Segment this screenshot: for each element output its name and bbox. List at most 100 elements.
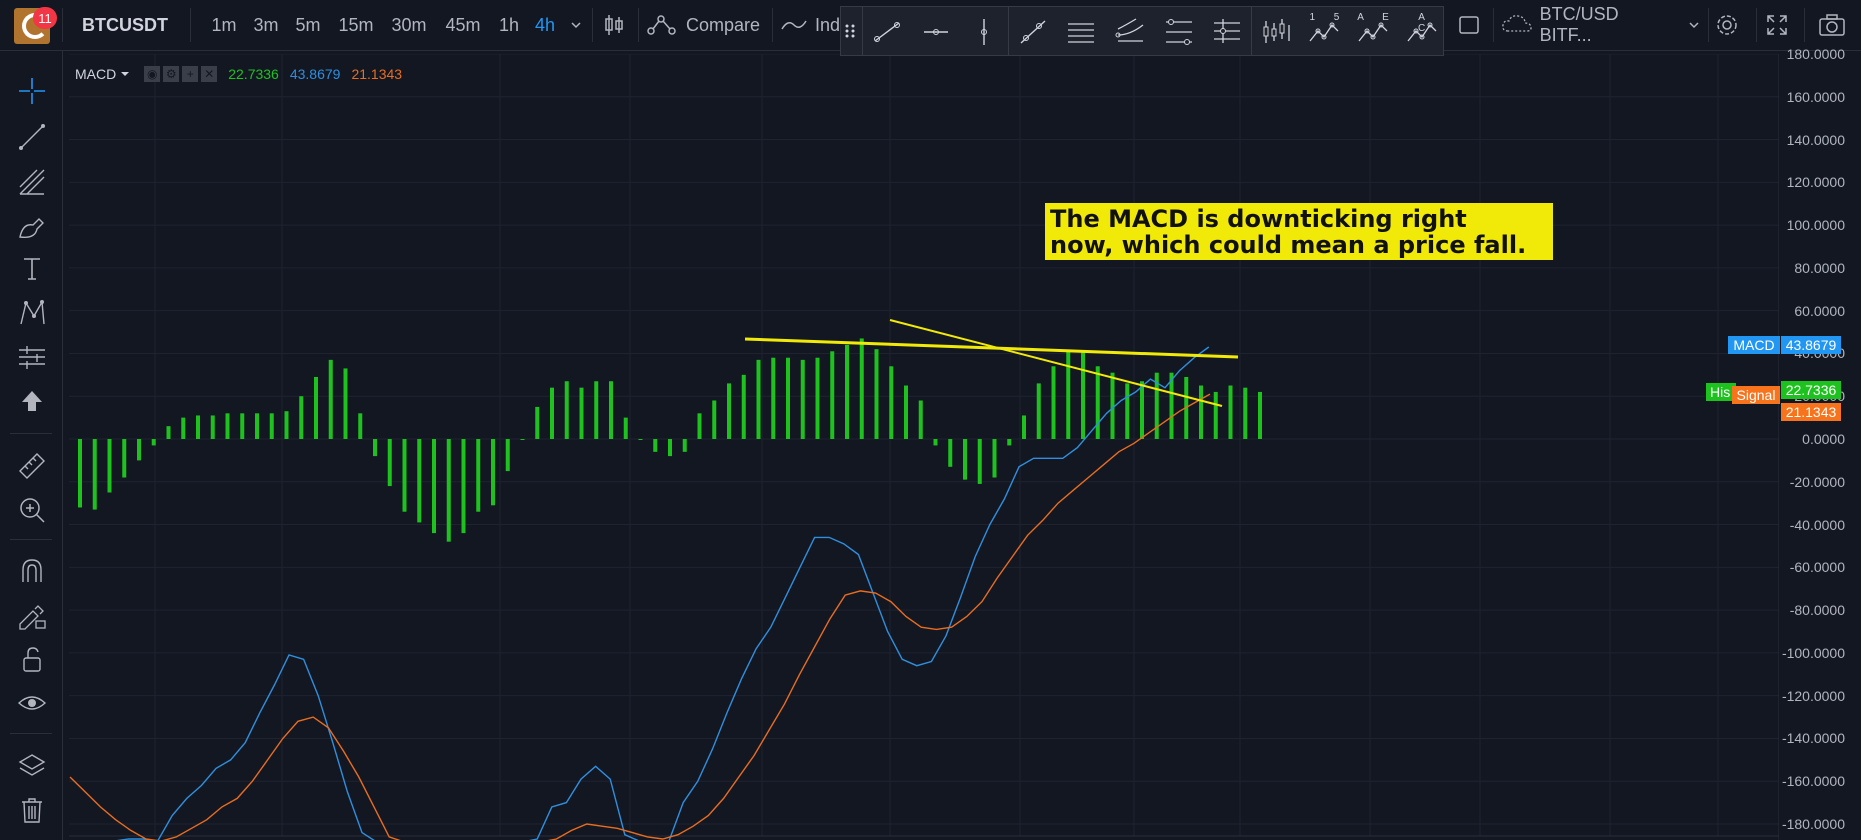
histogram-bar bbox=[299, 396, 304, 439]
pattern-tool[interactable] bbox=[14, 295, 50, 331]
histogram-bar bbox=[963, 439, 967, 480]
compare-icon bbox=[647, 15, 676, 35]
elliott-impulse-tool[interactable]: 1 5 bbox=[1300, 7, 1348, 55]
histogram-bar bbox=[771, 357, 776, 439]
price-axis-label: -40.0000 bbox=[1789, 516, 1845, 533]
indicator-settings-icon[interactable]: ⚙ bbox=[163, 66, 180, 82]
histogram-bar bbox=[284, 411, 289, 439]
eye-icon bbox=[17, 696, 47, 710]
histogram-bar bbox=[387, 439, 392, 487]
elliott-abcde-tool[interactable]: A E bbox=[1349, 7, 1397, 55]
histogram-bar bbox=[874, 349, 879, 439]
gann-tool[interactable] bbox=[1250, 7, 1300, 55]
text-tool[interactable] bbox=[14, 251, 50, 287]
line-tool[interactable] bbox=[14, 119, 50, 155]
histogram-bar bbox=[1199, 385, 1203, 439]
histogram-bar bbox=[977, 439, 982, 484]
remove-indicator-icon[interactable]: ✕ bbox=[201, 66, 218, 82]
fullscreen-button[interactable] bbox=[1760, 0, 1794, 50]
lock-drawing-tool[interactable] bbox=[14, 597, 50, 633]
drag-handle[interactable] bbox=[841, 7, 859, 55]
lock-all-tool[interactable] bbox=[14, 641, 50, 677]
interval-dropdown[interactable] bbox=[566, 0, 586, 50]
trend-line-tool[interactable] bbox=[862, 7, 911, 55]
histogram-bar bbox=[653, 439, 658, 452]
histogram-bar bbox=[1243, 387, 1248, 439]
hide-indicator-icon[interactable]: ◉ bbox=[144, 66, 161, 82]
arrow-tool[interactable] bbox=[14, 383, 50, 419]
vertical-line-tool[interactable] bbox=[960, 7, 1008, 55]
interval-15m[interactable]: 15m bbox=[334, 0, 378, 50]
interval-1h[interactable]: 1h bbox=[494, 0, 524, 50]
macd-axis-tag-value: 43.8679 bbox=[1781, 336, 1841, 354]
chart-annotation[interactable]: The MACD is downticking right now, which… bbox=[1045, 203, 1553, 260]
histogram-bar bbox=[402, 439, 407, 512]
histogram-bar bbox=[918, 400, 923, 439]
price-axis-label: -120.0000 bbox=[1781, 687, 1845, 704]
crosshair-tool[interactable] bbox=[14, 73, 50, 109]
histogram-bar bbox=[904, 385, 908, 439]
histogram-bar bbox=[682, 439, 687, 452]
object-tree-tool[interactable] bbox=[14, 748, 50, 784]
histogram-bar bbox=[137, 439, 141, 461]
histogram-bar bbox=[225, 413, 230, 439]
rectangle-button[interactable] bbox=[1452, 0, 1486, 50]
fib-tool[interactable] bbox=[14, 164, 50, 200]
histogram-bar bbox=[579, 387, 584, 439]
interval-4h[interactable]: 4h bbox=[532, 0, 558, 50]
histogram-bar bbox=[1007, 439, 1012, 446]
trash-icon bbox=[22, 798, 42, 823]
ray-tool[interactable] bbox=[1007, 7, 1057, 55]
histogram-bar bbox=[1095, 366, 1100, 439]
divider bbox=[10, 433, 52, 434]
interval-3m[interactable]: 3m bbox=[249, 0, 283, 50]
fib-retracement-tool[interactable] bbox=[1155, 7, 1203, 55]
trendline-2 bbox=[889, 319, 1223, 407]
compare-button[interactable]: Compare bbox=[646, 0, 766, 50]
macd-axis-tag-label: MACD bbox=[1728, 336, 1780, 354]
brush-tool[interactable] bbox=[14, 208, 50, 244]
hide-drawings-tool[interactable] bbox=[14, 685, 50, 721]
histogram-bar bbox=[461, 439, 466, 534]
interval-30m[interactable]: 30m bbox=[386, 0, 432, 50]
parallel-channel-icon bbox=[1068, 23, 1095, 43]
candles-icon bbox=[605, 15, 623, 35]
histogram-bar bbox=[697, 413, 702, 439]
remove-drawings-tool[interactable] bbox=[14, 792, 50, 828]
histogram-bar bbox=[358, 413, 363, 439]
elliott-abc-tool[interactable]: A C bbox=[1398, 7, 1446, 55]
zoom-in-tool[interactable] bbox=[14, 492, 50, 528]
histogram-bar bbox=[181, 417, 186, 439]
annotation-line-1: The MACD is downticking right bbox=[1050, 205, 1467, 233]
rectangle-icon bbox=[1459, 16, 1479, 34]
drawing-toolbar: 1 5 A E A C bbox=[840, 6, 1444, 56]
parallel-channel-tool[interactable] bbox=[1057, 7, 1105, 55]
histogram-bar bbox=[756, 359, 761, 439]
chart-type-button[interactable] bbox=[598, 0, 630, 50]
histogram-bar bbox=[609, 381, 613, 439]
divider bbox=[592, 8, 593, 42]
price-axis-label: -20.0000 bbox=[1789, 473, 1845, 490]
indicator-title[interactable]: MACD bbox=[75, 66, 116, 82]
fib-extension-tool[interactable] bbox=[1203, 7, 1251, 55]
datasource-selector[interactable]: BTC/USD BITF... bbox=[1500, 0, 1700, 50]
interval-45m[interactable]: 45m bbox=[440, 0, 486, 50]
symbol-search[interactable]: BTCUSDT bbox=[72, 0, 172, 50]
macd-chart[interactable] bbox=[69, 54, 1779, 840]
trendline-1 bbox=[744, 337, 1239, 359]
indicators-button[interactable]: Ind bbox=[780, 0, 840, 50]
magnet-tool[interactable] bbox=[14, 553, 50, 589]
ruler-tool[interactable] bbox=[14, 448, 50, 484]
indicator-legend: MACD ◉ ⚙ + ✕ 22.7336 43.8679 21.1343 bbox=[75, 64, 402, 84]
screenshot-button[interactable] bbox=[1812, 0, 1852, 50]
settings-button[interactable] bbox=[1710, 0, 1744, 50]
interval-1m[interactable]: 1m bbox=[207, 0, 241, 50]
line-icon bbox=[19, 124, 45, 150]
horizontal-line-tool[interactable] bbox=[912, 7, 960, 55]
interval-5m[interactable]: 5m bbox=[291, 0, 325, 50]
histogram-bar bbox=[948, 439, 953, 467]
measure-tool[interactable] bbox=[14, 339, 50, 375]
histogram-bar bbox=[92, 439, 97, 510]
pitchfork-tool[interactable] bbox=[1106, 7, 1154, 55]
add-indicator-icon[interactable]: + bbox=[182, 66, 199, 82]
